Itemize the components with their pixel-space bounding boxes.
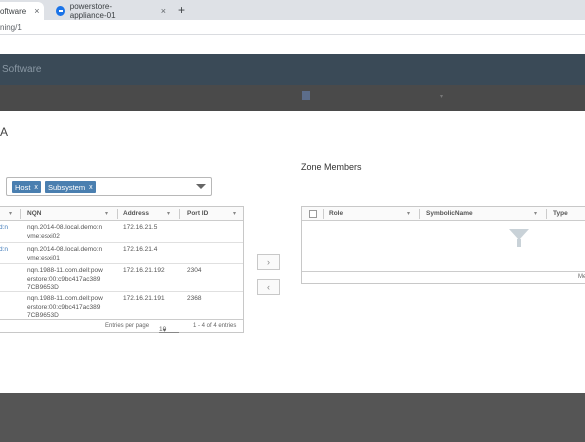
dell-favicon-icon — [56, 6, 65, 16]
row-link[interactable]: d:n — [0, 224, 8, 233]
chevron-down-icon: ▾ — [163, 327, 167, 334]
nqn-line: nqn.2014-08.local.demo:n — [27, 224, 103, 231]
app-top-spacer — [0, 35, 585, 54]
column-header-type[interactable]: Type — [553, 210, 568, 217]
table-footer: Me — [302, 271, 585, 283]
filter-pill-host[interactable]: Host x — [12, 181, 41, 193]
column-separator — [117, 209, 118, 219]
filter-select[interactable]: Host x Subsystem x — [6, 177, 212, 196]
table-row[interactable]: d:n nqn.2014-08.local.demo:n vme:esxi02 … — [0, 221, 243, 243]
column-separator — [419, 209, 420, 219]
address-bar[interactable]: ning/1 — [0, 20, 585, 35]
nqn-line: nqn.1988-11.com.dell:pow — [27, 267, 103, 274]
column-header-symbolicname[interactable]: SymbolicName — [426, 210, 473, 217]
app-title: Software — [2, 64, 42, 75]
pagination-range: 1 - 4 of 4 entries — [193, 323, 237, 329]
table-row[interactable]: nqn.1988-11.com.dell:pow erstore:00:c9bc… — [0, 292, 243, 319]
zone-members-title: Zone Members — [301, 162, 362, 172]
table-row[interactable]: d:n nqn.2014-08.local.demo:n vme:esxi01 … — [0, 243, 243, 264]
nqn-line: 7CB9653D — [27, 312, 59, 319]
tab-label: oftware — [0, 6, 27, 16]
row-nqn: nqn.1988-11.com.dell:pow erstore:00:c9bc… — [27, 267, 103, 293]
page-title: A — [0, 125, 9, 139]
row-address: 172.16.21.5 — [123, 224, 158, 231]
nqn-line: vme:esxi02 — [27, 232, 60, 240]
row-nqn: nqn.2014-08.local.demo:n vme:esxi02 — [27, 224, 102, 241]
browser-tab-bar: oftware × powerstore-appliance-01 × + — [0, 0, 585, 20]
row-nqn: nqn.1988-11.com.dell:pow erstore:00:c9bc… — [27, 295, 103, 321]
entries-per-page-label: Entries per page — [105, 323, 150, 329]
add-to-zone-button[interactable]: › — [257, 254, 280, 270]
nqn-line: nqn.1988-11.com.dell:pow — [27, 295, 103, 302]
filter-pill-subsystem[interactable]: Subsystem x — [45, 181, 96, 193]
select-all-checkbox[interactable] — [309, 210, 317, 218]
table-row[interactable]: nqn.1988-11.com.dell:pow erstore:00:c9bc… — [0, 264, 243, 292]
pill-label: Subsystem — [48, 182, 86, 192]
dropdown-caret-icon[interactable] — [196, 184, 206, 189]
table-header: ▾ NQN ▾ Address ▾ Port ID ▾ — [0, 207, 243, 221]
available-members-table: ▾ NQN ▾ Address ▾ Port ID ▾ d:n nqn.2014… — [0, 206, 244, 334]
row-port-id: 2304 — [187, 267, 202, 274]
funnel-icon-stem — [517, 239, 521, 247]
table-footer: Entries per page 10 ▾ 1 - 4 of 4 entries — [0, 319, 243, 334]
filter-icon[interactable]: ▾ — [9, 210, 12, 217]
footer-text: Me — [578, 274, 585, 280]
filter-icon[interactable]: ▾ — [534, 210, 537, 217]
row-port-id: 2368 — [187, 295, 202, 302]
app-subnav: ▾ — [0, 85, 585, 111]
new-tab-button[interactable]: + — [178, 3, 185, 17]
nqn-line: erstore:00:c9bc417ac389 — [27, 303, 101, 311]
column-header-nqn[interactable]: NQN — [27, 210, 41, 217]
row-nqn: nqn.2014-08.local.demo:n vme:esxi01 — [27, 246, 102, 263]
row-address: 172.16.21.4 — [123, 246, 158, 253]
nqn-line: erstore:00:c9bc417ac389 — [27, 275, 101, 283]
close-icon[interactable]: × — [161, 6, 166, 16]
nqn-line: 7CB9653D — [27, 284, 59, 291]
nqn-line: nqn.2014-08.local.demo:n — [27, 246, 103, 253]
row-link[interactable]: d:n — [0, 246, 8, 255]
column-header-address[interactable]: Address — [123, 210, 149, 217]
remove-pill-icon[interactable]: x — [34, 184, 38, 191]
row-address: 172.16.21.191 — [123, 295, 165, 302]
row-address: 172.16.21.192 — [123, 267, 165, 274]
remove-pill-icon[interactable]: x — [89, 184, 93, 191]
pill-label: Host — [15, 182, 31, 192]
subnav-marker-icon — [302, 91, 310, 100]
main-panel: A Zone Members Host x Subsystem x ▾ NQN … — [0, 111, 585, 393]
column-header-role[interactable]: Role — [329, 210, 343, 217]
tab-powerstore-appliance[interactable]: powerstore-appliance-01 × — [50, 2, 172, 20]
entries-per-page-select[interactable]: 10 ▾ — [159, 323, 179, 334]
bottom-overlay — [0, 393, 585, 442]
tab-label: powerstore-appliance-01 — [69, 2, 116, 20]
nqn-line: vme:esxi01 — [27, 254, 60, 262]
filter-icon[interactable]: ▾ — [105, 210, 108, 217]
zone-members-table: Role ▾ SymbolicName ▾ Type Me — [301, 206, 585, 284]
column-separator — [179, 209, 180, 219]
url-text: ning/1 — [0, 23, 22, 32]
filter-icon[interactable]: ▾ — [407, 210, 410, 217]
chevron-down-icon[interactable]: ▾ — [440, 93, 443, 100]
column-separator — [546, 209, 547, 219]
column-header-port-id[interactable]: Port ID — [187, 210, 208, 217]
filter-icon[interactable]: ▾ — [167, 210, 170, 217]
app-header: Software — [0, 54, 585, 85]
tab-software[interactable]: oftware × — [0, 2, 44, 20]
remove-from-zone-button[interactable]: ‹ — [257, 279, 280, 295]
filter-icon[interactable]: ▾ — [233, 210, 236, 217]
close-icon[interactable]: × — [34, 6, 39, 16]
column-separator — [323, 209, 324, 219]
column-separator — [20, 209, 21, 219]
table-header: Role ▾ SymbolicName ▾ Type — [302, 207, 585, 221]
